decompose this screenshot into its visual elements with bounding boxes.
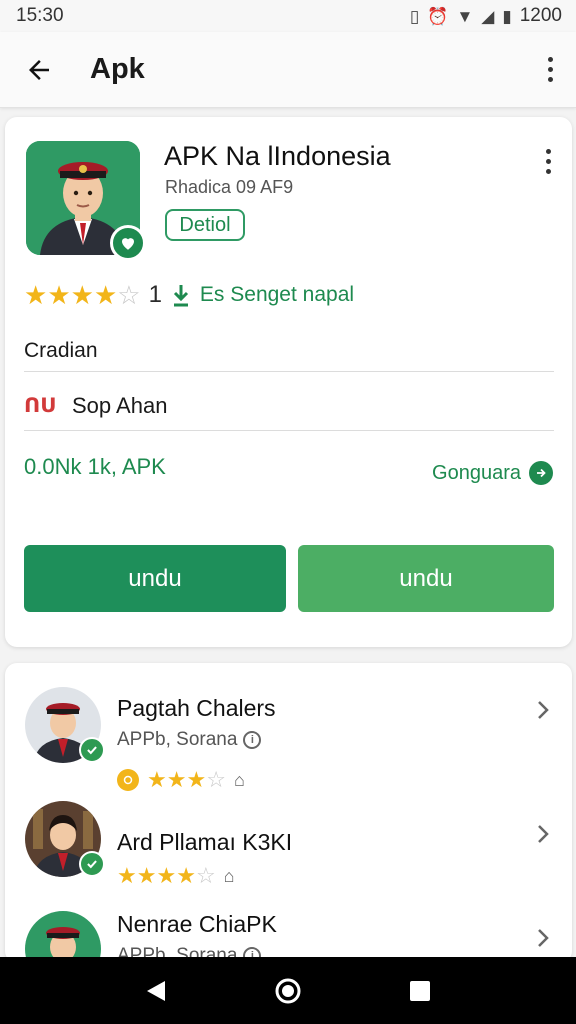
list-item-rating: ★ ★ ★ ★ ☆ ⌂ <box>117 865 235 887</box>
bookmark-icon: ⌂ <box>233 769 245 790</box>
back-button[interactable] <box>22 53 56 87</box>
size-text: 0.0Nk 1k, APK <box>24 454 166 479</box>
nav-recents-button[interactable] <box>400 971 440 1011</box>
list-item-title: Nenrae ChiaPK <box>117 911 277 937</box>
app-subtitle: Rhadica 09 AF9 <box>165 177 294 197</box>
chevron-right-icon <box>532 699 554 721</box>
rating-row: ★ ★ ★ ★ ☆ 1 Es Senget napal <box>24 281 354 309</box>
developer-label: Sop Ahan <box>72 392 168 418</box>
list-item-title: Ard Pllamaı K3KI <box>117 829 293 855</box>
avatar <box>25 801 105 877</box>
circle-home-icon <box>275 978 301 1003</box>
check-badge-icon <box>79 737 105 763</box>
arrow-right-icon <box>529 461 553 485</box>
download-secondary-button[interactable]: undu <box>298 545 554 612</box>
overflow-menu-button[interactable] <box>538 50 562 90</box>
avatar <box>25 687 105 763</box>
arrow-left-icon <box>29 59 49 80</box>
app-bar: Apk <box>0 32 576 108</box>
category-row[interactable]: Cradian <box>24 331 554 372</box>
avatar <box>25 911 101 963</box>
info-icon: i <box>243 731 262 749</box>
system-nav-bar <box>0 957 576 1024</box>
star-empty-icon: ☆ <box>195 863 216 888</box>
app-more-button[interactable] <box>536 141 560 181</box>
star-icon: ★ <box>156 863 177 888</box>
bookmark-icon: ⌂ <box>223 865 235 886</box>
list-item-rating: ★ ★ ★ ☆ ⌂ <box>117 769 245 791</box>
square-recents-icon <box>410 980 430 1001</box>
star-icon: ★ <box>117 863 137 888</box>
rating-count: 1 <box>148 281 162 308</box>
developer-icon: ᑎᑌ <box>24 395 57 417</box>
star-icon: ★ <box>136 863 157 888</box>
more-link[interactable]: Gonguara <box>432 461 553 485</box>
list-item-subtitle: APPb, Sorana i <box>117 729 262 751</box>
signal-icon: ◢ <box>481 6 495 26</box>
star-half-icon: ★ <box>93 280 118 310</box>
app-detail-card: APK Na lIndonesia Rhadica 09 AF9 Detiol … <box>5 117 572 647</box>
list-item[interactable]: Pagtah Chalers APPb, Sorana i ★ ★ ★ ☆ ⌂ <box>5 663 572 793</box>
status-time: 15:30 <box>16 5 64 26</box>
app-name: APK Na lIndonesia <box>164 141 391 171</box>
battery-icon: ▮ <box>502 6 512 26</box>
star-icon: ★ <box>186 767 207 792</box>
coin-icon <box>117 769 139 791</box>
chevron-right-icon <box>532 927 554 949</box>
category-label: Cradian <box>24 339 98 362</box>
chevron-right-icon <box>532 823 554 845</box>
star-empty-icon: ☆ <box>206 767 226 792</box>
developer-row[interactable]: ᑎᑌ Sop Ahan <box>24 381 554 431</box>
app-icon <box>26 141 146 261</box>
star-icon: ★ <box>166 767 187 792</box>
alarm-icon: ⏰ <box>427 6 449 26</box>
star-icon: ★ <box>176 863 196 888</box>
battery-text: 1200 <box>519 5 562 26</box>
related-apps-list: Pagtah Chalers APPb, Sorana i ★ ★ ★ ☆ ⌂ <box>5 663 572 963</box>
triangle-back-icon <box>147 980 165 1001</box>
verified-badge-icon <box>110 225 146 261</box>
wifi-icon: ▼ <box>456 6 474 26</box>
star-icon: ★ <box>24 280 48 310</box>
person-icon <box>25 911 101 963</box>
download-icon <box>170 282 192 308</box>
nav-home-button[interactable] <box>268 971 308 1011</box>
details-button[interactable]: Detiol <box>165 209 245 241</box>
check-badge-icon <box>79 851 105 877</box>
list-item-title: Pagtah Chalers <box>117 695 276 721</box>
list-item[interactable]: Nenrae ChiaPK APPb, Sorana i <box>5 903 572 963</box>
star-icon: ★ <box>70 280 94 310</box>
star-icon: ★ <box>147 767 167 792</box>
status-bar: 15:30 ▯ ⏰ ▼ ◢ ▮ 1200 <box>0 0 576 32</box>
list-item[interactable]: Ard Pllamaı K3KI ★ ★ ★ ★ ☆ ⌂ <box>5 793 572 903</box>
more-link-label: Gonguara <box>432 461 521 484</box>
star-empty-icon: ☆ <box>117 280 141 310</box>
star-icon: ★ <box>47 280 71 310</box>
download-button[interactable]: undu <box>24 545 286 612</box>
page-title: Apk <box>90 53 145 85</box>
nav-back-button[interactable] <box>136 971 176 1011</box>
status-icons: ▯ ⏰ ▼ ◢ ▮ 1200 <box>410 5 562 27</box>
rating-tag: Es Senget napal <box>199 283 355 306</box>
vibrate-icon: ▯ <box>409 6 420 26</box>
